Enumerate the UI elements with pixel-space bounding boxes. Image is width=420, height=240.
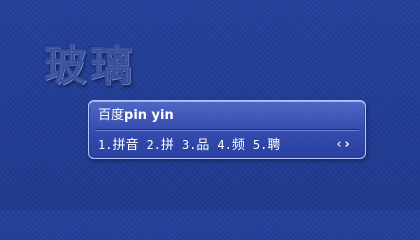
next-page-icon[interactable]: › <box>343 136 351 154</box>
candidate-index: 2. <box>146 137 161 152</box>
candidate-item-3[interactable]: 3.品 <box>182 136 209 155</box>
candidate-text: 拼音 <box>112 137 139 153</box>
candidate-item-4[interactable]: 4.频 <box>217 136 244 155</box>
candidate-item-5[interactable]: 5.聘 <box>253 136 280 155</box>
candidate-item-2[interactable]: 2.拼 <box>146 136 173 155</box>
glass-title-text: 玻璃 <box>43 41 137 91</box>
panel-divider <box>95 129 359 131</box>
composition-string: 百度pin yin <box>98 107 174 125</box>
candidate-item-1[interactable]: 1.拼音 <box>98 136 138 155</box>
candidate-text: 聘 <box>267 137 281 153</box>
candidate-text: 频 <box>231 137 245 153</box>
candidate-index: 1. <box>98 137 113 152</box>
pinyin-input-text: pin yin <box>124 108 174 123</box>
ime-brand-label: 百度 <box>98 108 125 123</box>
candidate-text: 拼 <box>160 137 174 153</box>
candidate-index: 3. <box>181 137 197 152</box>
page-controls: ‹ › <box>335 136 351 154</box>
ime-candidate-window: 百度pin yin 1.拼音 2.拼 3.品 4.频 5.聘 ‹ › <box>88 100 366 159</box>
candidate-text: 品 <box>196 137 210 153</box>
candidate-index: 5. <box>252 137 268 152</box>
candidate-index: 4. <box>217 137 232 152</box>
candidate-list: 1.拼音 2.拼 3.品 4.频 5.聘 <box>98 136 288 154</box>
prev-page-icon[interactable]: ‹ <box>335 136 343 154</box>
